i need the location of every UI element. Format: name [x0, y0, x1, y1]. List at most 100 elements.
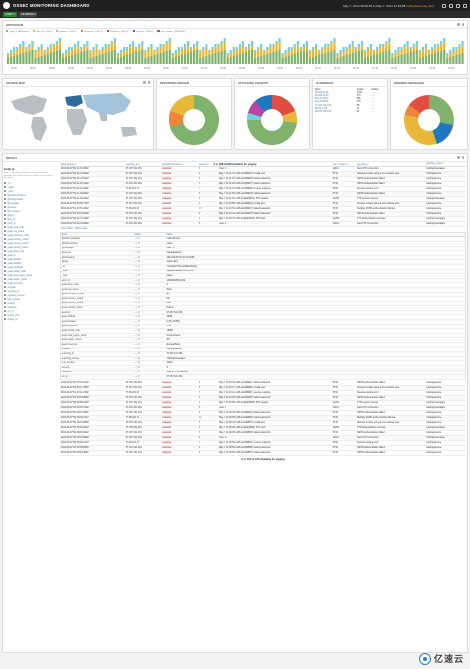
paging-bottom[interactable]: 0 to 100 of 125 available for paging [60, 458, 466, 461]
legend-item[interactable]: severity: *(24322) [132, 30, 153, 33]
filter-icon[interactable]: ⌕ ⊘ ▦ [134, 270, 140, 272]
filter-icon[interactable]: ⌕ ⊘ ▦ [134, 284, 140, 286]
map-close-icon[interactable] [147, 81, 150, 84]
filter-icon[interactable]: ⌕ ⊘ ▦ [134, 312, 140, 314]
filter-icon[interactable]: ⌕ ⊘ ▦ [134, 339, 140, 341]
checkbox-icon[interactable] [4, 194, 7, 197]
checkbox-icon[interactable] [4, 310, 7, 313]
filter-icon[interactable]: ⌕ ⊘ ▦ [134, 293, 140, 295]
checkbox-icon[interactable] [4, 186, 7, 189]
checkbox-icon[interactable] [4, 294, 7, 297]
search-icon[interactable]: ⌕ ⊘ [371, 101, 374, 103]
checkbox-icon[interactable] [4, 270, 7, 273]
search-icon[interactable]: ⌕ ⊘ [371, 92, 374, 94]
checkbox-icon[interactable] [4, 298, 7, 301]
results-menu-icon[interactable] [457, 156, 460, 159]
checkbox-icon[interactable] [4, 314, 7, 317]
filter-icon[interactable]: ⌕ ⊘ ▦ [134, 257, 140, 259]
filtering-button[interactable]: FILTERING ▾ [19, 12, 38, 17]
checkbox-icon[interactable] [4, 198, 7, 201]
search-icon[interactable]: ⌕ ⊘ [371, 111, 374, 113]
filter-icon[interactable]: ⌕ ⊘ ▦ [134, 247, 140, 249]
home-icon[interactable] [442, 3, 446, 8]
search-icon[interactable]: ⌕ ⊘ [371, 95, 374, 97]
world-map[interactable] [3, 87, 153, 149]
filter-icon[interactable]: ⌕ ⊘ ▦ [134, 261, 140, 263]
checkbox-icon[interactable] [4, 254, 7, 257]
ip-row[interactable]: 222.83.188.141 57 ⌕ ⊘ [313, 110, 387, 113]
filter-icon[interactable]: ⌕ ⊘ ▦ [134, 316, 140, 318]
filter-icon[interactable]: ⌕ ⊘ ▦ [134, 243, 140, 245]
legend-item[interactable]: rule_number: *(5839708) [157, 30, 185, 33]
detail-actions[interactable]: ⌕ ⊘ ▦ [133, 374, 166, 380]
time-range[interactable]: May 7, 2014 08:29:58 to May 7, 2014 12:2… [343, 4, 434, 8]
checkbox-icon[interactable] [4, 182, 7, 185]
query-button[interactable]: QUERY ▾ [3, 12, 18, 17]
filter-icon[interactable]: ⌕ ⊘ ▦ [134, 353, 140, 355]
gear-icon[interactable] [463, 3, 467, 8]
legend-item[interactable]: Query 1 (All Events) [6, 30, 29, 33]
filter-icon[interactable]: ⌕ ⊘ ▦ [134, 307, 140, 309]
checkbox-icon[interactable] [4, 274, 7, 277]
filter-icon[interactable]: ⌕ ⊘ ▦ [134, 238, 140, 240]
map-menu-icon[interactable] [143, 81, 146, 84]
attacking-country-pie[interactable] [235, 87, 309, 149]
ip-action[interactable]: ⌕ ⊘ [371, 110, 387, 113]
filter-icon[interactable]: ⌕ ⊘ ▦ [134, 321, 140, 323]
checkbox-icon[interactable] [4, 318, 7, 321]
panel-close-icon[interactable] [461, 23, 464, 26]
checkbox-icon[interactable] [4, 290, 7, 293]
checkbox-icon[interactable] [4, 202, 7, 205]
search-icon[interactable]: ⌕ ⊘ [371, 105, 374, 107]
view-switch[interactable]: View: Table / JSON / Raw [60, 227, 466, 231]
filter-icon[interactable]: ⌕ ⊘ ▦ [134, 362, 140, 364]
filter-icon[interactable]: ⌕ ⊘ ▦ [134, 371, 140, 373]
filter-icon[interactable]: ⌕ ⊘ ▦ [134, 280, 140, 282]
checkbox-icon[interactable] [4, 230, 7, 233]
checkbox-icon[interactable] [4, 306, 7, 309]
filter-icon[interactable]: ⌕ ⊘ ▦ [134, 367, 140, 369]
legend-item[interactable]: appdata: *(18531) [55, 30, 77, 33]
legend-item[interactable]: syscheck: *(18122) [80, 30, 103, 33]
checkbox-icon[interactable] [4, 258, 7, 261]
search-icon[interactable]: ⌕ ⊘ [371, 98, 374, 100]
checkbox-icon[interactable] [4, 282, 7, 285]
folder-icon[interactable] [449, 3, 453, 8]
checkbox-icon[interactable] [4, 266, 7, 269]
checkbox-icon[interactable] [4, 234, 7, 237]
checkbox-icon[interactable] [4, 222, 7, 225]
table-row[interactable]: 2014-05-07T11:38:53.486Z 37.187.101.181 xx… [60, 450, 466, 457]
filter-icon[interactable]: ⌕ ⊘ ▦ [134, 289, 140, 291]
save-icon[interactable] [456, 3, 460, 8]
checkbox-icon[interactable] [4, 218, 7, 221]
checkbox-icon[interactable] [4, 190, 7, 193]
field-item[interactable]: unique_id [4, 318, 54, 322]
checkbox-icon[interactable] [4, 262, 7, 265]
checkbox-icon[interactable] [4, 206, 7, 209]
filter-icon[interactable]: ⌕ ⊘ ▦ [134, 298, 140, 300]
checkbox-icon[interactable] [4, 238, 7, 241]
legend-item[interactable]: signature: *(99372) [106, 30, 129, 33]
panel-menu-icon[interactable] [457, 23, 460, 26]
legend-item[interactable]: alert_id: *(1103) [32, 30, 52, 33]
filter-icon[interactable]: ⌕ ⊘ ▦ [134, 376, 140, 378]
search-icon[interactable]: ⌕ ⊘ [371, 108, 374, 110]
filter-icon[interactable]: ⌕ ⊘ ▦ [134, 252, 140, 254]
reporting-server-pie[interactable] [157, 87, 231, 149]
filter-icon[interactable]: ⌕ ⊘ ▦ [134, 335, 140, 337]
checkbox-icon[interactable] [4, 250, 7, 253]
warning-messages-pie[interactable] [391, 87, 467, 149]
filter-icon[interactable]: ⌕ ⊘ ▦ [134, 344, 140, 346]
filter-icon[interactable]: ⌕ ⊘ ▦ [134, 348, 140, 350]
checkbox-icon[interactable] [4, 246, 7, 249]
filter-icon[interactable]: ⌕ ⊘ ▦ [134, 330, 140, 332]
filter-icon[interactable]: ⌕ ⊘ ▦ [134, 358, 140, 360]
checkbox-icon[interactable] [4, 302, 7, 305]
table-row[interactable]: 2014-05-07T11:40:30.980Z 37.187.101.181 xx… [60, 221, 466, 228]
checkbox-icon[interactable] [4, 226, 7, 229]
filter-icon[interactable]: ⌕ ⊘ ▦ [134, 275, 140, 277]
checkbox-icon[interactable] [4, 286, 7, 289]
checkbox-icon[interactable] [4, 242, 7, 245]
results-close-icon[interactable] [461, 156, 464, 159]
filter-icon[interactable]: ⌕ ⊘ ▦ [134, 302, 140, 304]
